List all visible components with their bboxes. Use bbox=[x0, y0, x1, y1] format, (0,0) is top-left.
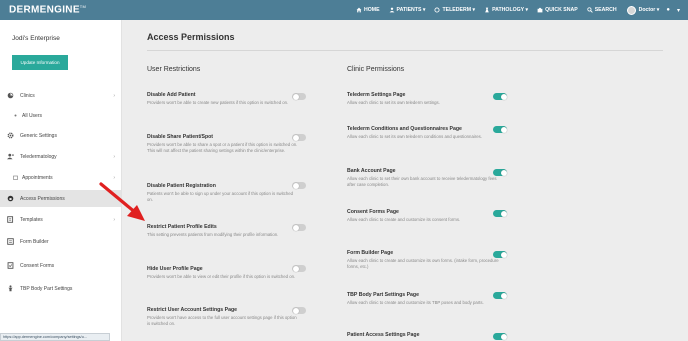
clinic-icon bbox=[7, 92, 14, 99]
nav-patients[interactable]: PATIENTS ▾ bbox=[389, 7, 425, 13]
toggle-disable-patient-registration[interactable] bbox=[292, 182, 306, 189]
toggle-restrict-user-account-settings-page[interactable] bbox=[292, 307, 306, 314]
user-menu[interactable]: Doctor ▾ bbox=[639, 7, 660, 13]
bell-icon[interactable]: ● bbox=[666, 7, 670, 13]
option-consent-forms-page: Consent Forms Page Allow each clinic to … bbox=[347, 209, 461, 222]
divider bbox=[147, 50, 663, 51]
option-bank-account-page: Bank Account Page Allow each clinic to s… bbox=[347, 168, 497, 187]
toggle-disable-add-patient[interactable] bbox=[292, 93, 306, 100]
search-icon bbox=[587, 7, 593, 13]
option-disable-add-patient: Disable Add Patient Providers won't be a… bbox=[147, 92, 289, 105]
sidebar-item-all-users[interactable]: All Users bbox=[0, 107, 121, 124]
app-logo[interactable]: DERMENGINETM bbox=[9, 4, 86, 15]
sidebar-item-tbp-body-part-settings[interactable]: TBP Body Part Settings bbox=[0, 280, 121, 297]
nav-telederm[interactable]: TELEDERM ▾ bbox=[434, 7, 475, 13]
calendar-icon bbox=[12, 174, 19, 181]
option-telederm-settings-page: Telederm Settings Page Allow each clinic… bbox=[347, 92, 440, 105]
user-icon bbox=[389, 7, 394, 13]
gear-icon bbox=[7, 132, 14, 139]
page-title: Access Permissions bbox=[147, 32, 235, 42]
option-tbp-body-part-settings-page: TBP Body Part Settings Page Allow each c… bbox=[347, 292, 484, 305]
toggle-disable-share-patient-spot[interactable] bbox=[292, 134, 306, 141]
lock-icon bbox=[7, 195, 14, 202]
camera-icon bbox=[537, 7, 543, 13]
status-bar-url: https://app.dermengine.com/company/setti… bbox=[0, 333, 110, 341]
enterprise-name: Jodi's Enterprise bbox=[12, 35, 60, 42]
sidebar-item-generic-settings[interactable]: Generic Settings bbox=[0, 127, 121, 144]
sidebar-item-form-builder[interactable]: Form Builder bbox=[0, 233, 121, 250]
sidebar: Jodi's Enterprise Update Information Cli… bbox=[0, 20, 122, 341]
sidebar-item-appointments[interactable]: Appointments › bbox=[0, 169, 121, 186]
sidebar-item-teledermatology[interactable]: Teledermatology › bbox=[0, 148, 121, 165]
option-restrict-patient-profile-edits: Restrict Patient Profile Edits This sett… bbox=[147, 224, 279, 237]
toggle-telederm-conditions-questionnaires-page[interactable] bbox=[493, 126, 507, 133]
menu-caret-icon[interactable]: ▾ bbox=[677, 7, 680, 14]
telederm-icon bbox=[434, 7, 441, 13]
option-telederm-conditions-questionnaires-page: Telederm Conditions and Questionnaires P… bbox=[347, 126, 482, 139]
main-nav: HOME PATIENTS ▾ TELEDERM ▾ PATHOLOGY ▾ Q… bbox=[347, 0, 680, 20]
consent-icon bbox=[7, 262, 14, 269]
telederm-icon bbox=[7, 153, 14, 160]
sidebar-item-access-permissions[interactable]: Access Permissions bbox=[0, 190, 121, 207]
chevron-right-icon: › bbox=[113, 216, 115, 223]
avatar[interactable] bbox=[626, 5, 636, 15]
users-icon bbox=[12, 112, 19, 119]
main-content: Access Permissions User Restrictions Cli… bbox=[122, 20, 688, 341]
toggle-restrict-patient-profile-edits[interactable] bbox=[292, 224, 306, 231]
clinic-permissions-heading: Clinic Permissions bbox=[347, 66, 405, 73]
sidebar-item-templates[interactable]: Templates › bbox=[0, 211, 121, 228]
option-form-builder-page: Form Builder Page Allow each clinic to c… bbox=[347, 250, 499, 269]
body-icon bbox=[7, 285, 14, 292]
option-patient-access-settings-page: Patient Access Settings Page bbox=[347, 332, 420, 338]
nav-quick-snap[interactable]: QUICK SNAP bbox=[537, 7, 578, 13]
option-disable-share-patient-spot: Disable Share Patient/Spot Providers won… bbox=[147, 134, 298, 153]
chevron-right-icon: › bbox=[113, 153, 115, 160]
chevron-right-icon: › bbox=[113, 92, 115, 99]
user-restrictions-heading: User Restrictions bbox=[147, 66, 201, 73]
toggle-bank-account-page[interactable] bbox=[493, 169, 507, 176]
nav-pathology[interactable]: PATHOLOGY ▾ bbox=[484, 7, 528, 13]
top-navbar: DERMENGINETM HOME PATIENTS ▾ TELEDERM ▾ … bbox=[0, 0, 688, 20]
option-restrict-user-account-settings-page: Restrict User Account Settings Page Prov… bbox=[147, 307, 297, 326]
option-disable-patient-registration: Disable Patient Registration Patients wo… bbox=[147, 183, 294, 202]
update-information-button[interactable]: Update Information bbox=[12, 55, 68, 70]
pathology-icon bbox=[485, 7, 489, 13]
home-icon bbox=[356, 7, 362, 13]
template-icon bbox=[7, 216, 14, 223]
chevron-right-icon: › bbox=[113, 174, 115, 181]
toggle-consent-forms-page[interactable] bbox=[493, 210, 507, 217]
toggle-patient-access-settings-page[interactable] bbox=[493, 333, 507, 340]
option-hide-user-profile-page: Hide User Profile Page Providers won't b… bbox=[147, 266, 296, 279]
sidebar-item-consent-forms[interactable]: Consent Forms bbox=[0, 257, 121, 274]
toggle-hide-user-profile-page[interactable] bbox=[292, 265, 306, 272]
sidebar-item-clinics[interactable]: Clinics › bbox=[0, 87, 121, 104]
toggle-form-builder-page[interactable] bbox=[493, 251, 507, 258]
nav-search[interactable]: SEARCH bbox=[587, 7, 617, 13]
form-icon bbox=[7, 238, 14, 245]
toggle-telederm-settings-page[interactable] bbox=[493, 93, 507, 100]
nav-home[interactable]: HOME bbox=[356, 7, 380, 13]
toggle-tbp-body-part-settings-page[interactable] bbox=[493, 292, 507, 299]
